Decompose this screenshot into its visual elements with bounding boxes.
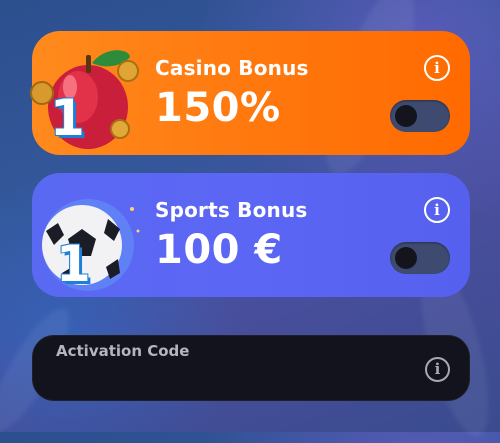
casino-bonus-toggle[interactable] [390, 100, 450, 132]
sports-bonus-toggle[interactable] [390, 242, 450, 274]
sports-bonus-value: 100 € [155, 227, 283, 273]
casino-bonus-value: 150% [155, 85, 281, 131]
info-icon[interactable]: i [425, 357, 450, 382]
info-icon[interactable]: i [424, 197, 450, 223]
info-icon[interactable]: i [424, 55, 450, 81]
sports-bonus-card: 1 Sports Bonus 100 € i [32, 173, 470, 297]
casino-bonus-title: Casino Bonus [155, 56, 309, 80]
casino-bonus-card: 1 Casino Bonus 150% i [30, 31, 470, 155]
badge-number: 1 [50, 89, 85, 147]
soccer-ball-icon: 1 [26, 179, 150, 303]
toggle-knob [395, 105, 417, 127]
sports-bonus-title: Sports Bonus [155, 198, 308, 222]
apple-coins-icon: 1 [26, 37, 150, 161]
activation-code-field: Activation Code i [32, 335, 470, 401]
badge-number: 1 [56, 235, 91, 293]
activation-code-label: Activation Code [56, 342, 190, 360]
activation-code-input[interactable] [54, 363, 398, 391]
toggle-knob [395, 247, 417, 269]
